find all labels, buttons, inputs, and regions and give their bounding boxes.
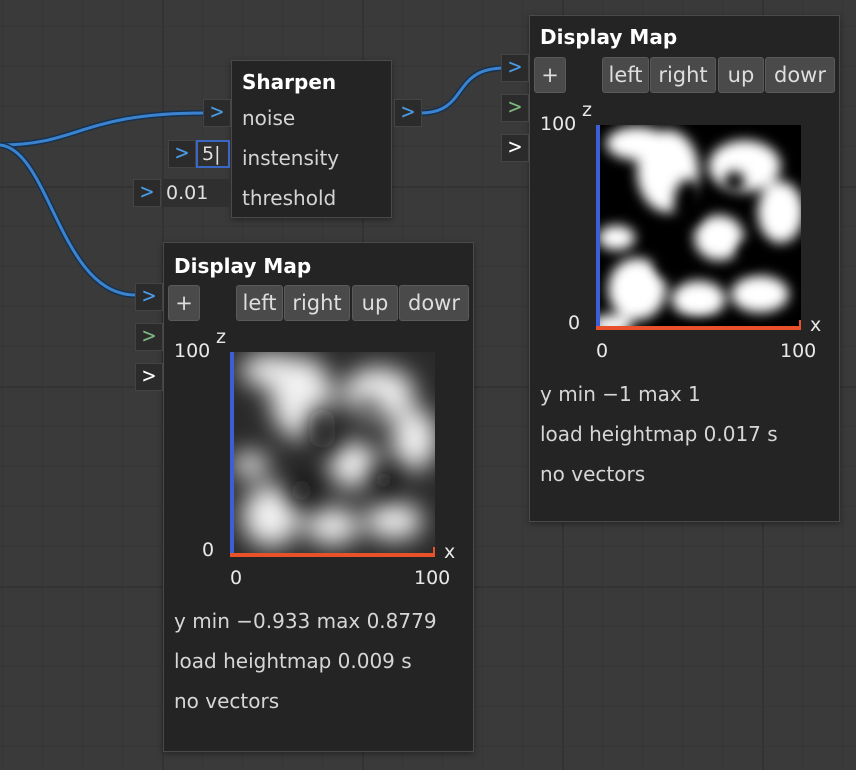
right-button[interactable]: right bbox=[284, 285, 350, 321]
x-max-label: 100 bbox=[780, 340, 817, 362]
x-axis-label: x bbox=[444, 541, 456, 563]
sharpen-threshold-input-port[interactable]: > bbox=[133, 179, 161, 207]
wire-to-display-map-small bbox=[0, 142, 138, 298]
add-button[interactable]: + bbox=[534, 57, 566, 93]
x-axis-end-tick bbox=[799, 320, 801, 330]
display-map-node-large[interactable]: Display Map + left right up dowr 100 z 0… bbox=[529, 15, 840, 522]
intensity-value-field[interactable]: 5| bbox=[196, 140, 230, 168]
z-axis-label: z bbox=[216, 326, 226, 348]
x-max-label: 100 bbox=[414, 567, 451, 589]
z-axis-line bbox=[596, 125, 600, 330]
display-map-node-small[interactable]: Display Map + left right up dowr 100 z 0… bbox=[163, 242, 474, 752]
z-max-label: 100 bbox=[174, 340, 211, 362]
up-button[interactable]: up bbox=[718, 57, 764, 93]
load-time-text: load heightmap 0.017 s bbox=[540, 422, 778, 446]
down-button[interactable]: dowr bbox=[399, 285, 469, 321]
right-button[interactable]: right bbox=[650, 57, 716, 93]
node-title: Display Map bbox=[174, 254, 312, 278]
sharpen-noise-input-port[interactable]: > bbox=[203, 99, 231, 127]
x-axis-end-tick bbox=[433, 547, 435, 557]
input-label-threshold: threshold bbox=[242, 186, 337, 210]
display-map-large-third-port[interactable]: > bbox=[501, 134, 529, 162]
input-label-noise: noise bbox=[242, 106, 296, 130]
heightmap-image bbox=[590, 125, 804, 339]
display-map-large-heightmap-port[interactable]: > bbox=[501, 54, 529, 82]
sharpen-output-port[interactable]: > bbox=[394, 99, 422, 127]
x-axis-line bbox=[596, 326, 801, 330]
up-button[interactable]: up bbox=[352, 285, 398, 321]
vectors-text: no vectors bbox=[540, 462, 646, 486]
display-map-small-third-port[interactable]: > bbox=[135, 363, 163, 391]
node-title: Sharpen bbox=[242, 70, 337, 94]
left-button[interactable]: left bbox=[602, 57, 649, 93]
y-range-text: y min −1 max 1 bbox=[540, 382, 701, 406]
x-min-label: 0 bbox=[230, 567, 243, 589]
z-max-label: 100 bbox=[540, 113, 577, 135]
heightmap-plot-large bbox=[590, 125, 804, 339]
z-axis-line bbox=[230, 352, 234, 557]
threshold-value-field[interactable]: 0.01 bbox=[162, 179, 230, 207]
z-min-label: 0 bbox=[202, 539, 215, 561]
load-time-text: load heightmap 0.009 s bbox=[174, 649, 412, 673]
z-min-label: 0 bbox=[568, 312, 581, 334]
heightmap-image bbox=[230, 352, 438, 557]
display-map-large-vectors-port[interactable]: > bbox=[501, 94, 529, 122]
z-axis-label: z bbox=[582, 99, 592, 121]
input-label-intensity: instensity bbox=[242, 146, 340, 170]
y-range-text: y min −0.933 max 0.8779 bbox=[174, 609, 437, 633]
add-button[interactable]: + bbox=[168, 285, 200, 321]
display-map-small-vectors-port[interactable]: > bbox=[135, 323, 163, 351]
x-min-label: 0 bbox=[596, 340, 609, 362]
vectors-text: no vectors bbox=[174, 689, 280, 713]
x-axis-label: x bbox=[810, 314, 822, 336]
left-button[interactable]: left bbox=[236, 285, 283, 321]
sharpen-node[interactable]: Sharpen noise instensity threshold bbox=[231, 60, 392, 218]
x-axis-line bbox=[230, 553, 435, 557]
wire-sharpen-to-display-map-large bbox=[417, 65, 508, 116]
display-map-small-heightmap-port[interactable]: > bbox=[135, 283, 163, 311]
down-button[interactable]: dowr bbox=[765, 57, 835, 93]
sharpen-intensity-input-port[interactable]: > bbox=[168, 140, 196, 168]
node-title: Display Map bbox=[540, 25, 678, 49]
heightmap-plot-small bbox=[230, 352, 438, 557]
